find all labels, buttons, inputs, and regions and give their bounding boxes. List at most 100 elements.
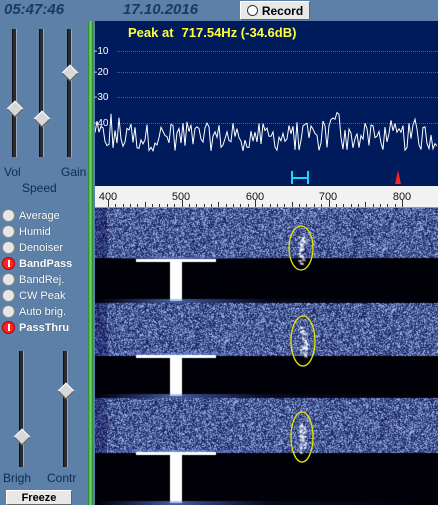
date-display: 17.10.2016 xyxy=(123,1,199,18)
freq-label: 500 xyxy=(171,191,191,203)
gain-label: Gain xyxy=(61,165,87,179)
scale-tick xyxy=(306,204,308,207)
radio-icon[interactable] xyxy=(2,273,15,286)
scale-tick xyxy=(321,204,323,207)
scale-tick xyxy=(335,204,337,207)
frequency-scale: 400 500 600 700 800 xyxy=(95,186,438,208)
record-radio-icon xyxy=(246,5,258,16)
freq-label: 600 xyxy=(245,191,265,203)
record-label: Record xyxy=(261,3,304,18)
scale-tick xyxy=(299,204,301,207)
scale-tick xyxy=(262,204,264,207)
scale-tick xyxy=(313,204,315,207)
scale-tick xyxy=(115,204,117,207)
option-denoiser[interactable]: Denoiser xyxy=(2,240,63,255)
panel-separator xyxy=(88,21,93,505)
scale-tick xyxy=(365,202,367,207)
speed-slider-thumb[interactable] xyxy=(33,110,51,128)
radio-icon[interactable] xyxy=(2,289,15,302)
waterfall-overlay xyxy=(288,225,316,463)
contrast-label: Contr xyxy=(47,471,77,485)
option-label: CW Peak xyxy=(19,289,66,302)
scale-tick xyxy=(284,204,286,207)
contrast-slider-thumb[interactable] xyxy=(57,382,75,400)
option-average[interactable]: Average xyxy=(2,208,60,223)
option-label: BandPass xyxy=(19,257,73,270)
marker-bar[interactable] xyxy=(95,168,438,186)
scale-tick xyxy=(210,204,212,207)
spectrum-trace xyxy=(95,111,438,153)
scale-tick xyxy=(350,204,352,207)
option-auto-brig[interactable]: Auto brig. xyxy=(2,304,66,319)
speed-label: Speed xyxy=(22,181,57,195)
option-label: Denoiser xyxy=(19,241,64,254)
radio-icon[interactable] xyxy=(2,241,15,254)
scale-tick xyxy=(247,204,249,207)
contrast-slider-track[interactable] xyxy=(63,351,68,467)
scale-tick xyxy=(159,204,161,207)
speed-slider-track[interactable] xyxy=(39,29,44,157)
gain-slider-thumb[interactable] xyxy=(61,64,79,82)
signal-highlight-ellipse xyxy=(290,315,316,367)
scale-tick xyxy=(372,204,374,207)
scale-tick xyxy=(291,202,293,207)
freq-label: 700 xyxy=(318,191,338,203)
option-bandpass[interactable]: BandPass xyxy=(2,256,72,271)
scale-tick xyxy=(357,204,359,207)
record-button[interactable]: Record xyxy=(240,1,310,20)
radio-icon[interactable] xyxy=(2,257,15,270)
option-humid[interactable]: Humid xyxy=(2,224,51,239)
scale-tick xyxy=(130,204,132,207)
scale-tick xyxy=(269,204,271,207)
brightness-slider-track[interactable] xyxy=(19,351,24,467)
radio-icon[interactable] xyxy=(2,305,15,318)
scale-tick xyxy=(174,204,176,207)
gain-slider-track[interactable] xyxy=(67,29,72,157)
control-panel: Vol Gain Speed Average Humid Denoiser BandP… xyxy=(0,21,90,505)
option-label: Humid xyxy=(19,225,51,238)
radio-icon[interactable] xyxy=(2,225,15,238)
scale-tick xyxy=(144,202,146,207)
brightness-slider-thumb[interactable] xyxy=(13,428,31,446)
spectrum-trace-line xyxy=(95,111,438,153)
scale-tick xyxy=(137,204,139,207)
top-bar: 05:47:46 17.10.2016 Record xyxy=(0,0,438,21)
scale-tick xyxy=(394,204,396,207)
option-passthru[interactable]: PassThru xyxy=(2,320,69,335)
option-label: BandRej. xyxy=(19,273,65,286)
scale-tick xyxy=(122,204,124,207)
time-display: 05:47:46 xyxy=(4,1,65,18)
option-label: Average xyxy=(19,209,60,222)
scale-tick xyxy=(203,204,205,207)
vol-label: Vol xyxy=(4,165,21,179)
scale-tick xyxy=(152,204,154,207)
option-label: Auto brig. xyxy=(19,305,67,318)
scale-tick xyxy=(379,204,381,207)
signal-highlight-ellipse xyxy=(290,411,314,463)
waterfall-display xyxy=(95,208,438,505)
app-window: 05:47:46 17.10.2016 Record Vol Gain Spee… xyxy=(0,0,438,505)
scale-tick xyxy=(166,204,168,207)
bandpass-marker[interactable] xyxy=(291,171,309,184)
freeze-button[interactable]: Freeze xyxy=(6,490,72,505)
option-bandrej[interactable]: BandRej. xyxy=(2,272,64,287)
scale-tick xyxy=(277,204,279,207)
spectrum-display: Peak at 717.54Hz (-34.6dB) -10 -20 -30 -4… xyxy=(94,21,438,168)
option-label: PassThru xyxy=(19,321,70,334)
scale-tick xyxy=(387,204,389,207)
radio-icon[interactable] xyxy=(2,321,15,334)
vol-slider-thumb[interactable] xyxy=(6,100,24,118)
brightness-label: Brigh xyxy=(3,471,32,485)
signal-highlight-ellipse xyxy=(288,225,314,271)
scale-tick xyxy=(232,204,234,207)
peak-marker-icon xyxy=(395,170,401,184)
radio-icon[interactable] xyxy=(2,209,15,222)
option-cw-peak[interactable]: CW Peak xyxy=(2,288,65,303)
freq-label: 800 xyxy=(392,191,412,203)
scale-tick xyxy=(196,204,198,207)
scale-tick xyxy=(343,204,345,207)
vol-slider-track[interactable] xyxy=(12,29,17,157)
scale-tick xyxy=(218,202,220,207)
scale-tick xyxy=(188,204,190,207)
scale-tick xyxy=(225,204,227,207)
